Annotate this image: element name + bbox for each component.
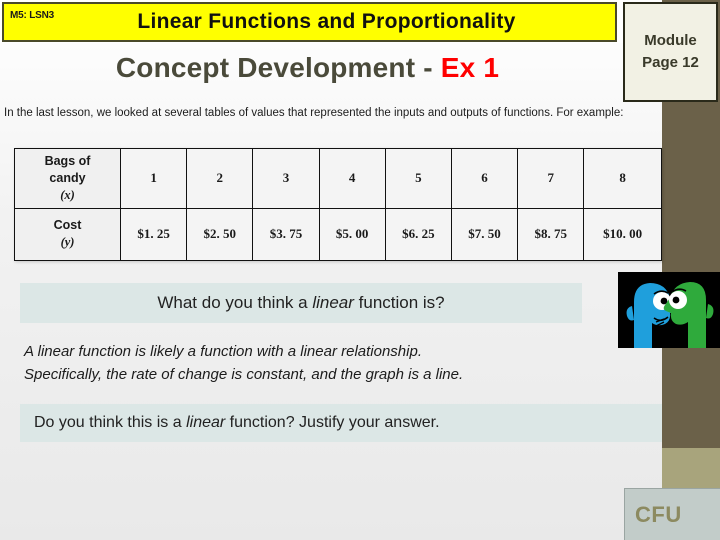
cell-x-5: 5 — [384, 148, 452, 209]
question-banner-secondary: Do you think this is a linear function? … — [20, 404, 662, 442]
cell-y-8: $10. 00 — [583, 207, 662, 261]
cell-x-1: 1 — [119, 148, 188, 209]
table-row-x: Bags of candy (x) 1 2 3 4 5 6 7 8 — [14, 148, 662, 209]
cell-y-3: $3. 75 — [252, 207, 320, 261]
values-table: Bags of candy (x) 1 2 3 4 5 6 7 8 Cost (… — [14, 148, 662, 261]
lesson-title-bar: M5: LSN3 Linear Functions and Proportion… — [2, 2, 617, 42]
question-1-text: What do you think a linear function is? — [157, 293, 444, 313]
answer-text: A linear function is likely a function w… — [24, 341, 634, 386]
talking-characters-illustration — [618, 272, 720, 348]
cell-y-1: $1. 25 — [119, 207, 188, 261]
page-title: Linear Functions and Proportionality — [137, 10, 516, 33]
cfu-box[interactable]: CFU — [624, 488, 720, 540]
question-2-part-a: Do you think this is a — [34, 414, 187, 431]
talking-characters-svg — [618, 272, 720, 348]
question-2-part-b: function? Justify your answer. — [225, 414, 440, 431]
module-page-number: Page 12 — [642, 54, 699, 71]
table-row-y: Cost (y) $1. 25 $2. 50 $3. 75 $5. 00 $6.… — [14, 207, 662, 261]
question-1-part-b: function is? — [353, 293, 445, 312]
cell-x-2: 2 — [186, 148, 254, 209]
intro-paragraph: In the last lesson, we looked at several… — [4, 107, 624, 119]
cell-x-6: 6 — [450, 148, 519, 209]
table-header-cost: Cost (y) — [14, 207, 121, 261]
cell-y-2: $2. 50 — [186, 207, 254, 261]
question-1-part-a: What do you think a — [157, 293, 313, 312]
table-header-bags-of-candy: Bags of candy (x) — [14, 148, 121, 209]
cell-x-8: 8 — [583, 148, 662, 209]
answer-line-2: Specifically, the rate of change is cons… — [24, 365, 464, 383]
question-2-text: Do you think this is a linear function? … — [34, 414, 440, 432]
header-variable-y: (y) — [60, 235, 75, 250]
cfu-label: CFU — [635, 501, 682, 527]
header-variable-x: (x) — [60, 187, 75, 202]
module-label: Module — [644, 32, 697, 50]
lesson-tag: M5: LSN3 — [10, 10, 54, 21]
question-1-emphasis: linear — [312, 293, 354, 312]
cell-y-6: $7. 50 — [450, 207, 519, 261]
header-line-2: candy — [49, 170, 86, 185]
values-table-wrapper: Bags of candy (x) 1 2 3 4 5 6 7 8 Cost (… — [14, 148, 662, 261]
cell-x-4: 4 — [318, 148, 386, 209]
header-line-1: Cost — [53, 218, 82, 233]
cell-x-7: 7 — [517, 148, 585, 209]
module-page-box: Module Page 12 — [623, 2, 718, 102]
section-subtitle: Concept Development - Ex 1 — [0, 52, 615, 84]
question-2-emphasis: linear — [186, 414, 226, 431]
cell-y-7: $8. 75 — [517, 207, 585, 261]
header-line-1: Bags of — [44, 154, 91, 168]
answer-line-1: A linear function is likely a function w… — [24, 343, 422, 360]
cell-y-4: $5. 00 — [318, 207, 386, 261]
cell-y-5: $6. 25 — [384, 207, 452, 261]
subtitle-example-badge: Ex 1 — [440, 52, 500, 83]
question-banner-primary: What do you think a linear function is? — [20, 283, 582, 323]
cell-x-3: 3 — [252, 148, 320, 209]
subtitle-main-text: Concept Development - — [115, 52, 441, 83]
